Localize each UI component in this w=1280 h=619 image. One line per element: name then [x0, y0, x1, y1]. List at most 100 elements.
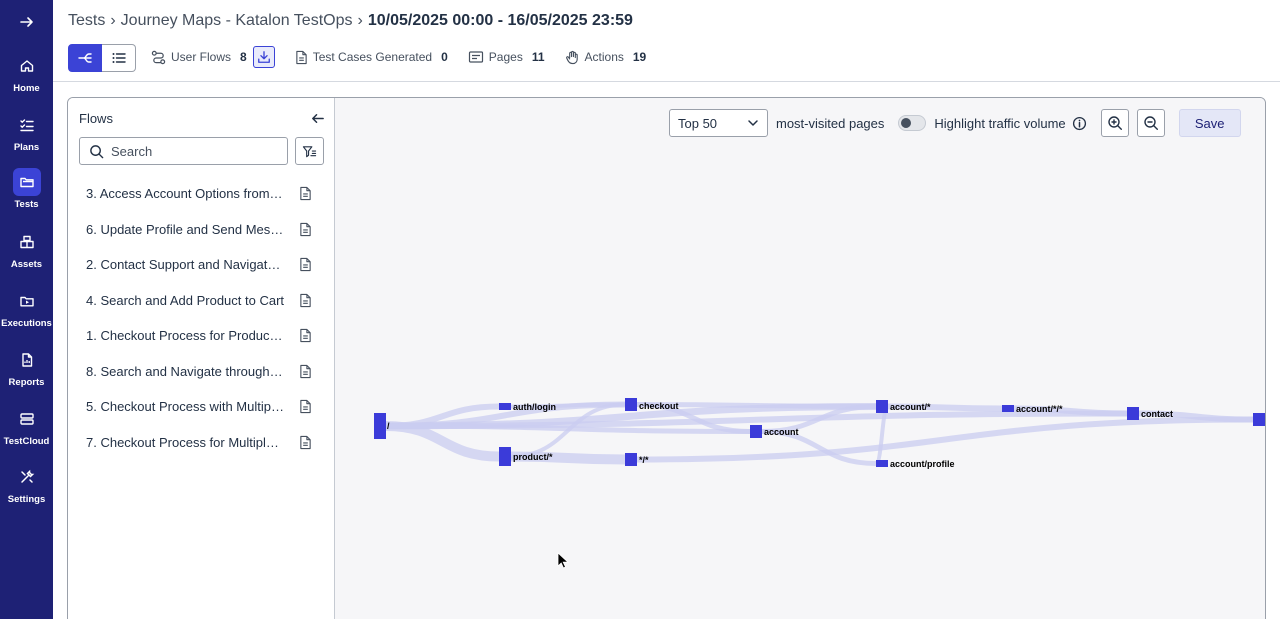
page-node-label: account	[764, 427, 799, 437]
document-icon[interactable]	[299, 328, 312, 343]
page-node[interactable]	[876, 460, 888, 467]
stat-value: 11	[531, 50, 545, 64]
page-node[interactable]	[1127, 407, 1139, 420]
document-icon[interactable]	[299, 399, 312, 414]
page-node-label: checkout	[639, 401, 679, 411]
arrow-right-icon	[19, 17, 33, 27]
document-icon	[296, 50, 307, 64]
stat-actions: Actions 19	[565, 50, 646, 65]
page-node[interactable]	[1002, 405, 1014, 412]
journey-map-panel: Flows 3. Access Account Options from Hom…	[67, 97, 1266, 619]
flows-panel: Flows 3. Access Account Options from Hom…	[68, 98, 335, 619]
expand-sidebar-button[interactable]	[0, 8, 53, 36]
flow-link[interactable]	[385, 421, 500, 462]
breadcrumb-separator: ›	[110, 12, 116, 29]
stat-label: Pages	[488, 50, 523, 64]
sidebar-item-label: Settings	[7, 494, 46, 505]
sidebar-item-label: Executions	[1, 318, 52, 329]
download-flows-button[interactable]	[252, 46, 275, 68]
stat-label: Actions	[584, 50, 624, 64]
hand-icon	[565, 50, 578, 64]
sidebar-item-testcloud[interactable]: TestCloud	[0, 405, 53, 455]
filter-button[interactable]	[295, 137, 324, 165]
document-icon[interactable]	[299, 364, 312, 379]
list-item[interactable]: 5. Checkout Process with Multiple Items	[68, 389, 335, 425]
sidebar-item-label: Assets	[10, 259, 43, 270]
sidebar-item-label: TestCloud	[3, 436, 50, 447]
list-item[interactable]: 6. Update Profile and Send Message	[68, 212, 335, 248]
assets-icon	[19, 235, 34, 249]
list-view-button[interactable]	[102, 44, 136, 72]
document-icon[interactable]	[299, 293, 312, 308]
flows-title: Flows	[79, 111, 113, 126]
page-node[interactable]	[625, 398, 637, 411]
sidebar: Home Plans Tests Assets Executions Repor…	[0, 0, 53, 619]
flow-name: 3. Access Account Options from Homepage	[86, 186, 286, 202]
sidebar-item-label: Reports	[8, 377, 45, 388]
flow-name: 5. Checkout Process with Multiple Items	[86, 399, 286, 415]
journey-canvas[interactable]: Top 50 most-visited pages Highlight traf…	[335, 98, 1265, 619]
page-node-label: */*	[639, 455, 649, 465]
breadcrumb-journey-maps[interactable]: Journey Maps - Katalon TestOps	[121, 12, 353, 30]
download-icon	[257, 51, 270, 63]
arrow-left-icon	[311, 113, 324, 123]
sidebar-item-plans[interactable]: Plans	[0, 111, 53, 161]
page-header: Tests › Journey Maps - Katalon TestOps ›…	[53, 0, 1280, 82]
document-icon[interactable]	[299, 186, 312, 201]
breadcrumb-date-range: 10/05/2025 00:00 - 16/05/2025 23:59	[367, 12, 633, 29]
sidebar-item-settings[interactable]: Settings	[0, 463, 53, 513]
page-node[interactable]	[374, 413, 386, 439]
sidebar-item-tests[interactable]: Tests	[0, 168, 53, 218]
document-icon[interactable]	[299, 257, 312, 272]
breadcrumb-tests[interactable]: Tests	[68, 12, 105, 30]
document-icon[interactable]	[299, 222, 312, 237]
search-input[interactable]	[111, 143, 281, 159]
list-item[interactable]: 7. Checkout Process for Multiple Product…	[68, 425, 335, 461]
flow-name: 1. Checkout Process for Product Purchase	[86, 328, 286, 344]
mouse-cursor-icon	[557, 552, 569, 569]
page-node-label: product/*	[513, 452, 553, 462]
list-item[interactable]: 3. Access Account Options from Homepage	[68, 176, 335, 212]
stats-bar: User Flows 8 Test Cases Generated 0 Page…	[151, 46, 666, 68]
page-node-label: contact	[1141, 409, 1173, 419]
stat-value: 0	[441, 50, 448, 64]
page-node[interactable]	[499, 447, 511, 466]
sidebar-item-label: Home	[13, 83, 40, 94]
pages-icon	[468, 51, 483, 63]
stat-label: User Flows	[171, 50, 232, 64]
list-item[interactable]: 2. Contact Support and Navigate Account	[68, 247, 335, 283]
sidebar-item-assets[interactable]: Assets	[0, 228, 53, 278]
journey-map-graph: /auth/loginproduct/*checkout*/*accountac…	[374, 398, 1265, 469]
executions-icon	[19, 296, 34, 307]
settings-icon	[20, 469, 34, 483]
stat-label: Test Cases Generated	[312, 50, 433, 64]
page-node[interactable]	[625, 453, 637, 466]
sidebar-item-reports[interactable]: Reports	[0, 346, 53, 396]
stat-pages: Pages 11	[468, 50, 545, 64]
flow-list: 3. Access Account Options from Homepage 6…	[68, 176, 335, 460]
home-icon	[20, 60, 33, 72]
page-node[interactable]	[1253, 413, 1265, 426]
flow-graph-icon	[78, 53, 92, 63]
flow-link[interactable]	[636, 416, 1254, 463]
sidebar-item-home[interactable]: Home	[0, 52, 53, 102]
page-node[interactable]	[499, 403, 511, 410]
sidebar-item-executions[interactable]: Executions	[0, 287, 53, 337]
flow-view-button[interactable]	[68, 44, 102, 72]
user-flows-icon	[151, 50, 166, 64]
stat-value: 8	[240, 50, 247, 64]
folder-icon	[19, 177, 34, 188]
list-item[interactable]: 8. Search and Navigate through Products	[68, 354, 335, 390]
page-node-label: account/profile	[890, 459, 955, 469]
document-icon[interactable]	[299, 435, 312, 450]
list-icon	[112, 53, 126, 63]
list-item[interactable]: 1. Checkout Process for Product Purchase	[68, 318, 335, 354]
page-node-label: auth/login	[513, 402, 556, 412]
list-item[interactable]: 4. Search and Add Product to Cart	[68, 283, 335, 319]
page-node[interactable]	[876, 400, 888, 413]
page-node[interactable]	[750, 425, 762, 438]
sidebar-item-label: Plans	[13, 142, 40, 153]
plans-icon	[19, 119, 34, 132]
page-node-label: account/*/*	[1016, 404, 1063, 414]
collapse-flows-button[interactable]	[308, 109, 326, 127]
